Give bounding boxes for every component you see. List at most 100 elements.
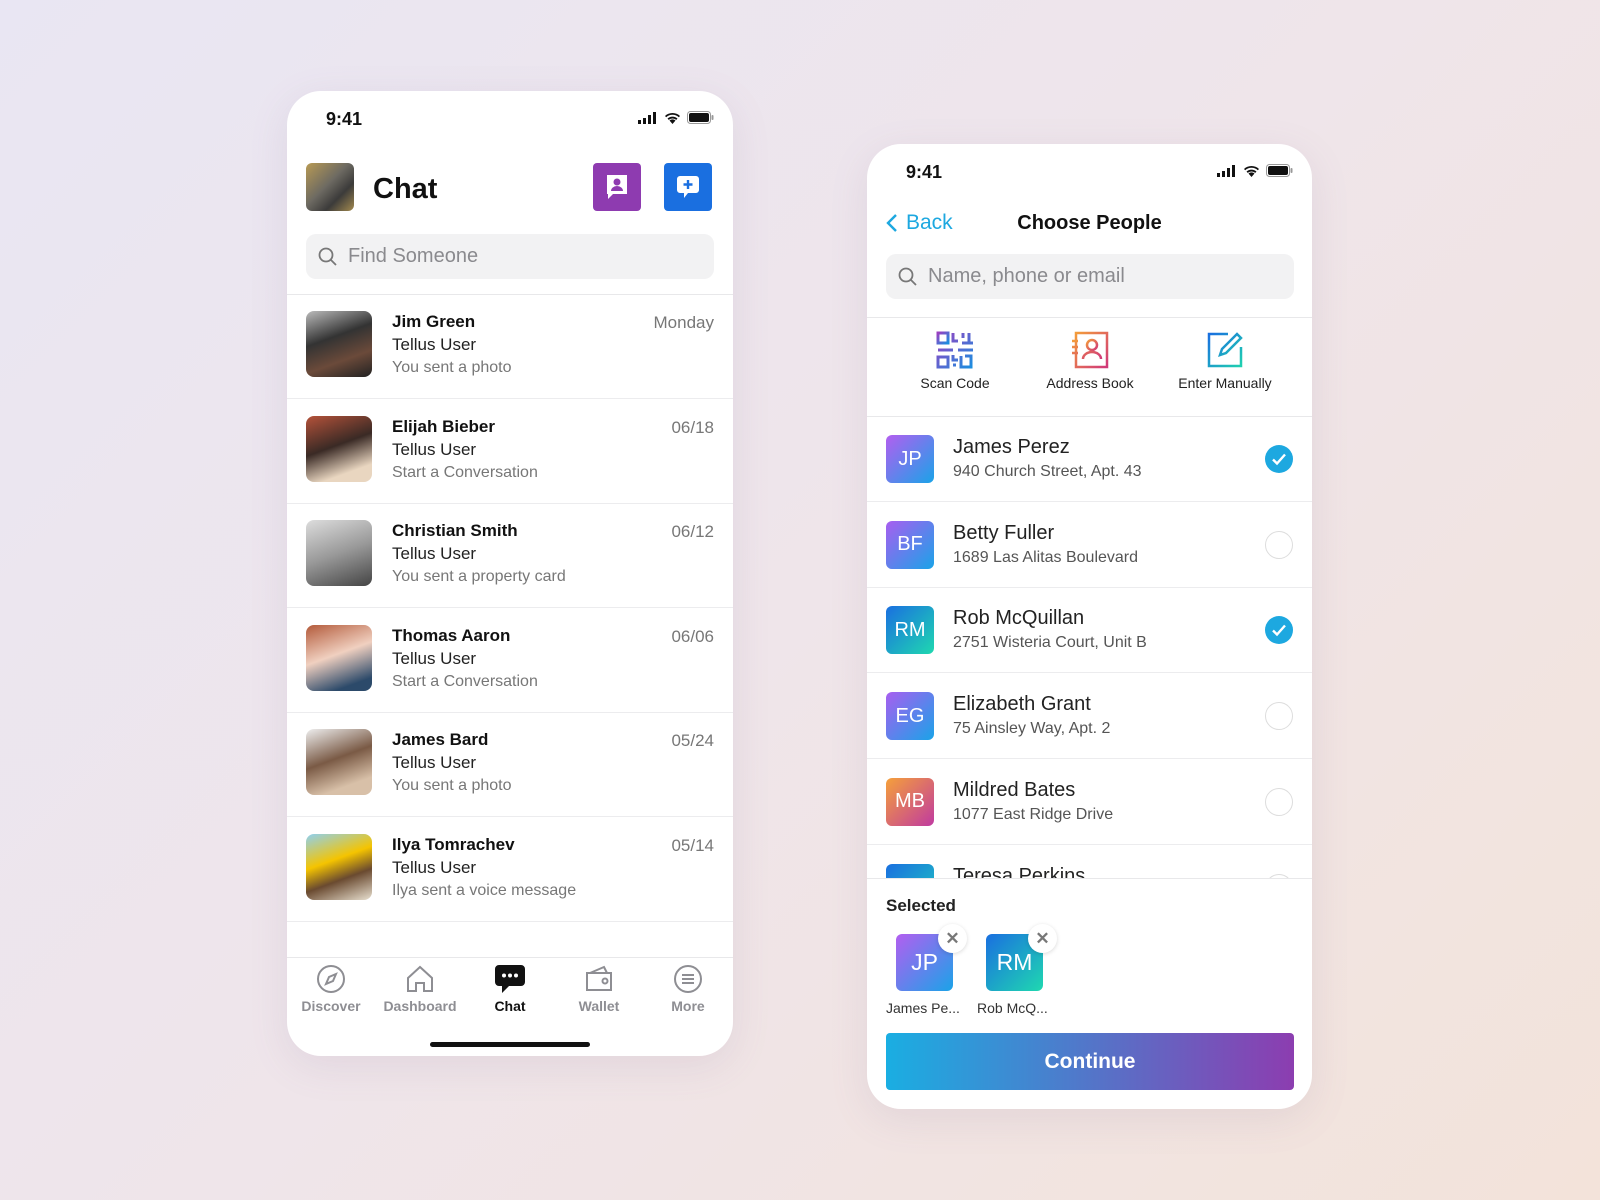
home-icon bbox=[407, 965, 433, 992]
select-checkbox[interactable] bbox=[1265, 530, 1293, 559]
contact-type: Tellus User bbox=[392, 335, 477, 354]
signal-icon bbox=[1217, 164, 1235, 177]
chat-plus-icon bbox=[677, 176, 699, 198]
remove-chip-button[interactable]: ✕ bbox=[1028, 924, 1057, 953]
avatar bbox=[306, 311, 372, 377]
contact-name: Thomas Aaron bbox=[392, 625, 511, 645]
search-input[interactable] bbox=[928, 265, 1268, 288]
contact-name: Ilya Tomrachev bbox=[392, 835, 515, 854]
home-indicator bbox=[430, 1042, 590, 1047]
contact-card-icon bbox=[607, 175, 627, 199]
avatar bbox=[306, 624, 372, 691]
last-message: Start a Conversation bbox=[392, 672, 538, 690]
tab-discover[interactable]: Discover bbox=[291, 964, 371, 1014]
qr-code-icon bbox=[936, 331, 973, 369]
people-search[interactable] bbox=[886, 254, 1294, 299]
conversation-row[interactable]: Thomas Aaron Tellus User Start a Convers… bbox=[287, 608, 733, 713]
initials-avatar: RM bbox=[886, 606, 934, 655]
person-name: Elizabeth Grant bbox=[953, 693, 1091, 716]
wifi-icon bbox=[665, 112, 680, 124]
search-input[interactable] bbox=[348, 245, 688, 268]
compass-icon bbox=[317, 965, 345, 993]
avatar bbox=[306, 520, 372, 587]
conversation-row[interactable]: Jim Green Tellus User You sent a photo M… bbox=[287, 294, 733, 399]
conversation-row[interactable]: James Bard Tellus User You sent a photo … bbox=[287, 712, 733, 818]
contact-name: Elijah Bieber bbox=[392, 416, 495, 436]
avatar bbox=[306, 729, 372, 796]
person-address: 1689 Las Alitas Boulevard bbox=[953, 548, 1139, 566]
select-checkbox[interactable] bbox=[1265, 445, 1293, 473]
selected-chip-label: Rob McQ... bbox=[977, 1000, 1048, 1016]
contact-type: Tellus User bbox=[392, 544, 477, 564]
conversation-row[interactable]: Elijah Bieber Tellus User Start a Conver… bbox=[287, 399, 733, 504]
person-row[interactable]: BF Betty Fuller 1689 Las Alitas Boulevar… bbox=[867, 502, 1312, 588]
tab-more[interactable]: More bbox=[648, 964, 728, 1014]
status-icons bbox=[1217, 164, 1293, 177]
select-checkbox[interactable] bbox=[1265, 787, 1293, 816]
selected-chip: JP ✕ bbox=[896, 924, 967, 991]
person-address: 2751 Wisteria Court, Unit B bbox=[953, 634, 1147, 652]
scan-code-button[interactable]: Scan Code bbox=[885, 331, 1025, 391]
search-icon bbox=[898, 267, 917, 286]
page-title: Choose People bbox=[1017, 212, 1162, 234]
person-row[interactable]: RM Rob McQuillan 2751 Wisteria Court, Un… bbox=[867, 587, 1312, 674]
contact-name: Christian Smith bbox=[392, 521, 518, 541]
enter-manually-button[interactable]: Enter Manually bbox=[1155, 331, 1295, 391]
tab-wallet[interactable]: Wallet bbox=[559, 964, 639, 1014]
contact-type: Tellus User bbox=[392, 858, 477, 877]
chat-screen: 9:41 Chat Jim Green Tellus User You sent… bbox=[287, 91, 733, 1056]
conversation-row[interactable]: Christian Smith Tellus User You sent a p… bbox=[287, 503, 733, 609]
last-message: Ilya sent a voice message bbox=[392, 882, 577, 899]
person-row[interactable]: Teresa Perkins bbox=[867, 845, 1312, 878]
status-time: 9:41 bbox=[326, 109, 363, 129]
initials-avatar: EG bbox=[886, 692, 934, 741]
conversation-row[interactable]: Ilya Tomrachev Tellus User Ilya sent a v… bbox=[287, 817, 733, 922]
check-icon bbox=[1272, 625, 1286, 637]
initials-avatar bbox=[886, 863, 934, 878]
avatar bbox=[306, 834, 372, 900]
divider bbox=[867, 317, 1312, 318]
avatar bbox=[306, 415, 372, 482]
continue-button[interactable]: Continue bbox=[886, 1033, 1294, 1090]
person-address: 1077 East Ridge Drive bbox=[953, 805, 1114, 823]
battery-icon bbox=[687, 111, 714, 124]
message-date: 05/24 bbox=[671, 731, 714, 751]
person-row[interactable]: JP James Perez 940 Church Street, Apt. 4… bbox=[867, 416, 1312, 502]
find-someone-search[interactable] bbox=[306, 234, 714, 279]
battery-icon bbox=[1266, 164, 1293, 177]
check-icon bbox=[1272, 453, 1286, 466]
person-name: Betty Fuller bbox=[953, 521, 1055, 544]
last-message: You sent a photo bbox=[392, 777, 512, 795]
select-checkbox[interactable] bbox=[1265, 702, 1293, 731]
wifi-icon bbox=[1244, 165, 1259, 177]
status-icons bbox=[638, 111, 714, 124]
search-icon bbox=[318, 247, 337, 266]
select-checkbox[interactable] bbox=[1265, 616, 1293, 645]
person-name: Mildred Bates bbox=[953, 778, 1076, 801]
contacts-button[interactable] bbox=[593, 163, 641, 211]
selected-label: Selected bbox=[886, 896, 956, 915]
divider bbox=[867, 878, 1312, 879]
contact-type: Tellus User bbox=[392, 648, 477, 668]
message-date: 06/12 bbox=[671, 522, 714, 542]
address-book-icon bbox=[1072, 331, 1109, 369]
profile-avatar[interactable] bbox=[306, 163, 354, 211]
message-date: 05/14 bbox=[671, 836, 714, 855]
choose-people-screen: 9:41 Back Choose People Scan Code Addres… bbox=[867, 144, 1312, 1109]
selected-chip: RM ✕ bbox=[986, 924, 1057, 991]
remove-chip-button[interactable]: ✕ bbox=[938, 924, 967, 953]
initials-avatar: MB bbox=[886, 777, 934, 826]
last-message: You sent a photo bbox=[392, 359, 512, 376]
person-row[interactable]: MB Mildred Bates 1077 East Ridge Drive bbox=[867, 759, 1312, 845]
contact-type: Tellus User bbox=[392, 753, 477, 773]
person-row[interactable]: EG Elizabeth Grant 75 Ainsley Way, Apt. … bbox=[867, 673, 1312, 760]
tab-chat[interactable]: Chat bbox=[470, 964, 550, 1014]
message-date: Monday bbox=[653, 313, 714, 332]
new-chat-button[interactable] bbox=[664, 163, 712, 211]
address-book-button[interactable]: Address Book bbox=[1020, 331, 1160, 391]
person-address: 940 Church Street, Apt. 43 bbox=[953, 463, 1142, 480]
selected-chip-label: James Pe... bbox=[886, 1000, 960, 1016]
contact-name: Jim Green bbox=[392, 312, 476, 331]
chat-bubble-icon bbox=[495, 965, 525, 993]
tab-dashboard[interactable]: Dashboard bbox=[380, 964, 460, 1014]
